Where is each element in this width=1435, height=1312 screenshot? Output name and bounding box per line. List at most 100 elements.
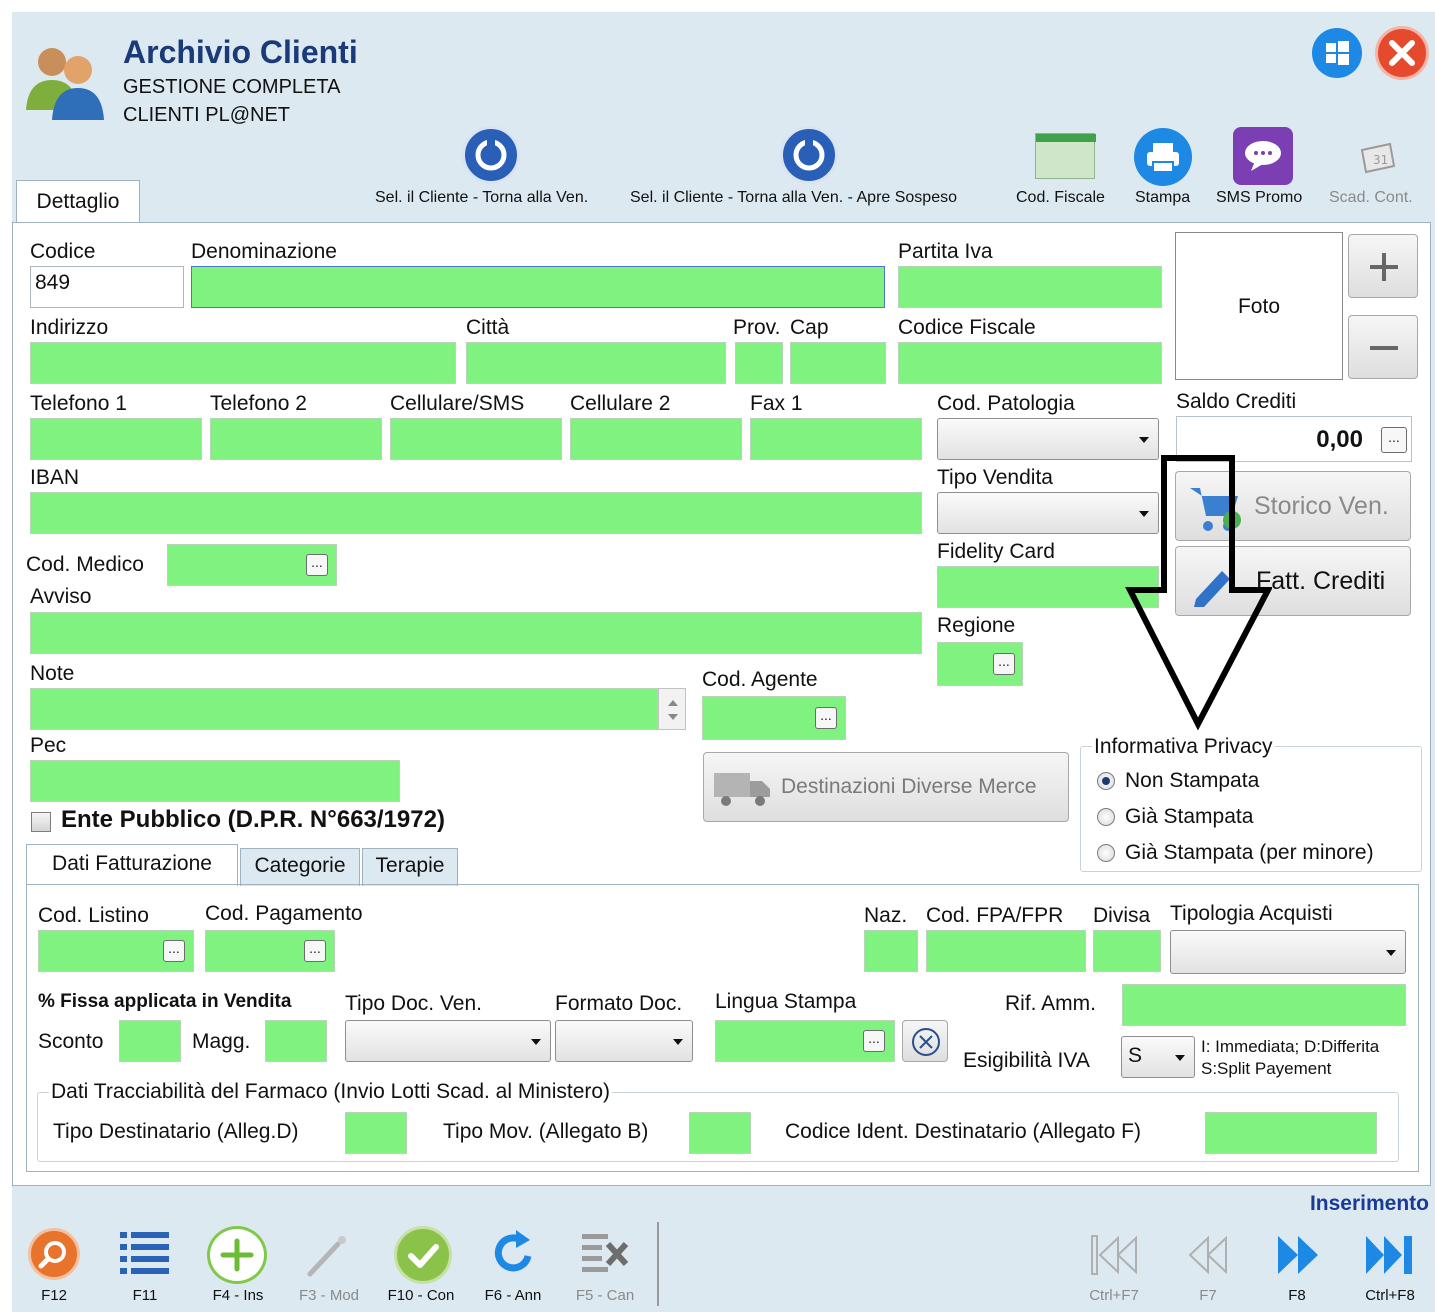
lingua-stampa-browse-button[interactable]: ... (863, 1030, 885, 1052)
tab-terapie[interactable]: Terapie (362, 848, 458, 886)
regione-browse-button[interactable]: ... (993, 653, 1015, 675)
cap-input[interactable] (790, 342, 886, 384)
radio-gia-stampata[interactable] (1097, 808, 1115, 826)
remove-photo-button[interactable] (1348, 315, 1418, 379)
telefono2-input[interactable] (210, 418, 382, 460)
fiscal-code-button[interactable]: Cod. Fiscale (1016, 189, 1105, 207)
insert-button[interactable] (207, 1226, 267, 1284)
indirizzo-input[interactable] (30, 342, 456, 384)
modify-button[interactable] (300, 1230, 352, 1280)
print-label[interactable]: Stampa (1135, 189, 1190, 207)
add-photo-button[interactable] (1348, 234, 1418, 298)
naz-input[interactable] (864, 930, 918, 972)
tipologia-acquisti-select[interactable] (1170, 930, 1406, 974)
ctrl-f8-key-label[interactable]: Ctrl+F8 (1350, 1287, 1430, 1304)
next-record-button[interactable] (1270, 1230, 1326, 1280)
cancel-changes-button[interactable] (486, 1226, 542, 1282)
radio-non-stampata-label[interactable]: Non Stampata (1125, 769, 1259, 793)
list-button[interactable] (118, 1228, 172, 1280)
previous-record-button[interactable] (1182, 1230, 1234, 1280)
codice-ident-input[interactable] (1205, 1112, 1377, 1154)
cod-fpa-input[interactable] (926, 930, 1086, 972)
divisa-input[interactable] (1093, 930, 1161, 972)
delete-button[interactable] (578, 1228, 634, 1280)
windows-button[interactable] (1312, 28, 1362, 78)
tipo-doc-ven-select[interactable] (345, 1020, 551, 1062)
avviso-input[interactable] (30, 612, 922, 654)
confirm-button[interactable] (394, 1226, 452, 1284)
cod-listino-browse-button[interactable]: ... (163, 940, 185, 962)
select-client-suspended-label[interactable]: Sel. il Cliente - Torna alla Ven. - Apre… (630, 189, 957, 207)
saldo-crediti-browse-button[interactable]: ... (1381, 427, 1407, 453)
note-spinner[interactable] (658, 688, 686, 730)
f5-delete-key-label[interactable]: F5 - Can (565, 1287, 645, 1304)
esigibilita-select[interactable]: S (1121, 1036, 1195, 1078)
select-client-label[interactable]: Sel. il Cliente - Torna alla Ven. (375, 189, 588, 207)
first-record-button[interactable] (1086, 1230, 1142, 1280)
note-input[interactable] (30, 688, 658, 730)
search-button[interactable] (28, 1228, 80, 1280)
cod-medico-browse-button[interactable]: ... (306, 554, 328, 576)
pec-input[interactable] (30, 760, 400, 802)
last-record-button[interactable] (1362, 1230, 1418, 1280)
sconto-input[interactable] (119, 1020, 181, 1062)
tipo-mov-input[interactable] (689, 1112, 751, 1154)
close-icon (1389, 40, 1415, 66)
f3-modify-key-label[interactable]: F3 - Mod (289, 1287, 369, 1304)
cod-agente-browse-button[interactable]: ... (815, 707, 837, 729)
f10-confirm-key-label[interactable]: F10 - Con (381, 1287, 461, 1304)
ente-pubblico-checkbox[interactable] (31, 812, 51, 832)
rif-amm-input[interactable] (1122, 984, 1406, 1026)
magg-input[interactable] (265, 1020, 327, 1062)
radio-gia-stampata-minore-label[interactable]: Già Stampata (per minore) (1125, 841, 1374, 865)
close-button[interactable] (1375, 26, 1429, 80)
tab-dettaglio[interactable]: Dettaglio (16, 180, 140, 224)
f12-key-label[interactable]: F12 (14, 1287, 94, 1304)
fiscal-code-card-icon[interactable] (1035, 133, 1096, 179)
plus-icon (220, 1238, 254, 1272)
f6-cancel-key-label[interactable]: F6 - Ann (473, 1287, 553, 1304)
select-client-suspended-button[interactable] (780, 126, 838, 184)
f8-key-label[interactable]: F8 (1257, 1287, 1337, 1304)
codice-input[interactable]: 849 (30, 266, 184, 308)
tab-dati-fatturazione[interactable]: Dati Fatturazione (26, 844, 238, 886)
ente-pubblico-label: Ente Pubblico (D.P.R. N°663/1972) (61, 806, 445, 833)
codice-fiscale-input[interactable] (898, 342, 1162, 384)
cod-agente-label: Cod. Agente (702, 668, 818, 691)
formato-doc-select[interactable] (555, 1020, 693, 1062)
select-client-button[interactable] (462, 126, 520, 184)
cellulare-sms-input[interactable] (390, 418, 562, 460)
cod-pagamento-browse-button[interactable]: ... (304, 940, 326, 962)
lingua-stampa-clear-button[interactable] (902, 1020, 948, 1062)
expiry-calendar-icon[interactable]: 31 (1356, 140, 1398, 176)
f4-insert-key-label[interactable]: F4 - Ins (198, 1287, 278, 1304)
f7-key-label[interactable]: F7 (1168, 1287, 1248, 1304)
radio-gia-stampata-label[interactable]: Già Stampata (1125, 805, 1253, 829)
citta-label: Città (466, 316, 510, 339)
radio-gia-stampata-minore[interactable] (1097, 844, 1115, 862)
tab-categorie[interactable]: Categorie (240, 848, 360, 886)
divisa-label: Divisa (1093, 904, 1151, 927)
destinazioni-diverse-label: Destinazioni Diverse Merce (781, 775, 1037, 798)
ctrl-f7-key-label[interactable]: Ctrl+F7 (1074, 1287, 1154, 1304)
radio-non-stampata[interactable] (1097, 772, 1115, 790)
prov-label: Prov. (733, 316, 781, 339)
prov-input[interactable] (735, 342, 783, 384)
print-button[interactable] (1134, 128, 1192, 186)
expiry-label[interactable]: Scad. Cont. (1329, 189, 1413, 207)
telefono1-input[interactable] (30, 418, 202, 460)
destinazioni-diverse-button[interactable]: Destinazioni Diverse Merce (703, 752, 1069, 822)
sms-promo-label[interactable]: SMS Promo (1216, 189, 1302, 207)
f11-key-label[interactable]: F11 (105, 1287, 185, 1304)
partita-iva-input[interactable] (898, 266, 1162, 308)
sms-promo-button[interactable] (1233, 127, 1293, 185)
cellulare2-input[interactable] (570, 418, 742, 460)
photo-box[interactable]: Foto (1175, 232, 1343, 380)
wand-icon (307, 1236, 346, 1277)
iban-input[interactable] (30, 492, 922, 534)
citta-input[interactable] (466, 342, 726, 384)
denominazione-input[interactable] (191, 266, 885, 308)
fax1-input[interactable] (750, 418, 922, 460)
saldo-crediti-label: Saldo Crediti (1176, 390, 1297, 413)
tipo-destinatario-input[interactable] (345, 1112, 407, 1154)
